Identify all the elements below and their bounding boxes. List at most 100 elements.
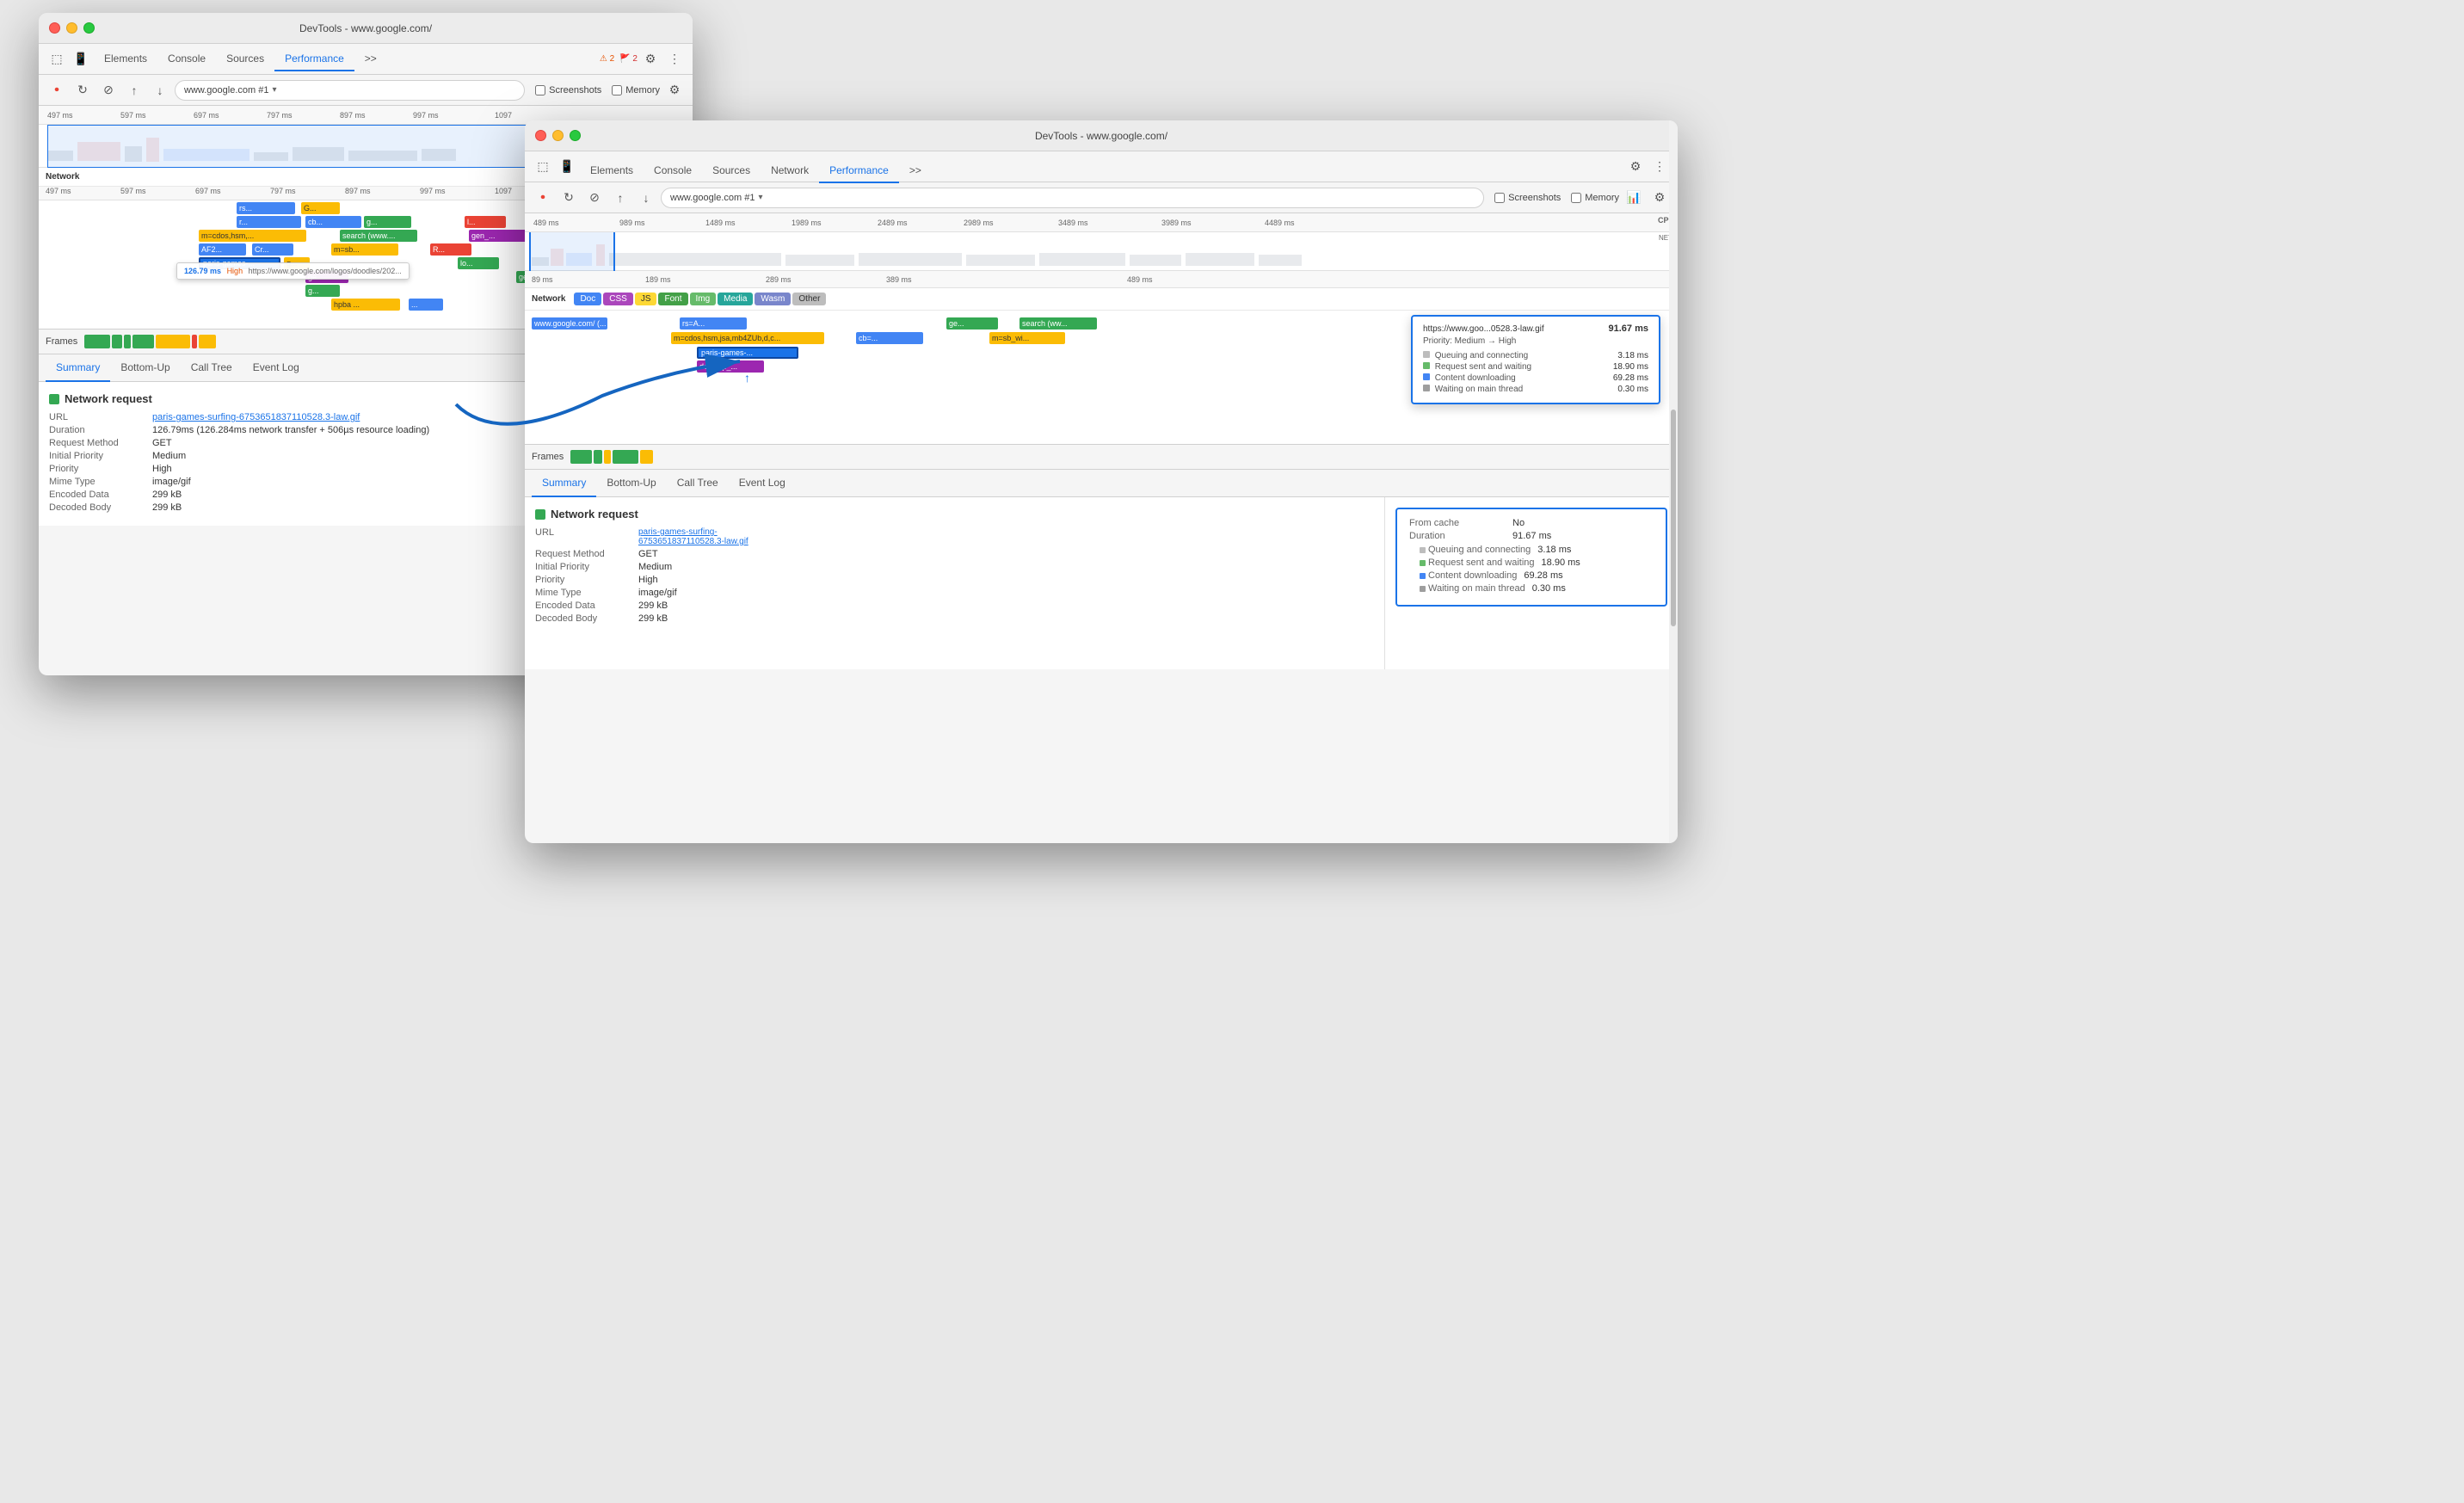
screenshots-check-back[interactable] — [535, 85, 545, 95]
pill-other[interactable]: Other — [792, 293, 826, 305]
s-queuing-val: 3.18 ms — [1537, 545, 1571, 555]
tab-bottomup-back[interactable]: Bottom-Up — [110, 354, 180, 382]
netbar-g4-back[interactable]: g... — [305, 285, 340, 297]
pill-img[interactable]: Img — [690, 293, 717, 305]
capture-icon-front[interactable]: 📊 — [1623, 187, 1645, 209]
pill-media[interactable]: Media — [718, 293, 753, 305]
refresh-icon-back[interactable]: ↻ — [71, 79, 94, 102]
minimize-button-back[interactable] — [66, 22, 77, 34]
record-icon-back[interactable]: ⏺ — [46, 79, 68, 102]
tab-sources-front[interactable]: Sources — [702, 159, 761, 183]
settings-icon-front[interactable]: ⚙ — [1624, 156, 1647, 178]
tab-eventlog-front[interactable]: Event Log — [729, 470, 796, 497]
netbar-rs-back[interactable]: rs... — [237, 202, 295, 214]
netbar-msb-back[interactable]: m=sb... — [331, 243, 398, 256]
netbar-mcdos-back[interactable]: m=cdos,hsm,... — [199, 230, 306, 242]
tab-performance-front[interactable]: Performance — [819, 159, 899, 183]
maximize-button-front[interactable] — [570, 130, 581, 141]
netbar-desktop-front[interactable]: desktop_... — [697, 360, 764, 373]
encoded-key-front: Encoded Data — [535, 601, 638, 611]
tab-calltree-back[interactable]: Call Tree — [181, 354, 243, 382]
pill-font[interactable]: Font — [658, 293, 687, 305]
netbar-r-back[interactable]: r... — [237, 216, 301, 228]
maximize-button-back[interactable] — [83, 22, 95, 34]
inspect-icon-front[interactable]: ⬚ — [532, 156, 554, 178]
more-icon-front[interactable]: ⋮ — [1648, 156, 1671, 178]
capture-icon-back[interactable]: ⚙ — [663, 79, 686, 102]
more-icon-back[interactable]: ⋮ — [663, 48, 686, 71]
netbar-l-back[interactable]: l... — [465, 216, 506, 228]
settings2-icon-front[interactable]: ⚙ — [1648, 187, 1671, 209]
upload-icon-back[interactable]: ↑ — [123, 79, 145, 102]
screenshots-checkbox-front[interactable]: Screenshots — [1494, 193, 1561, 203]
inspect-icon[interactable]: ⬚ — [46, 48, 68, 71]
close-button-back[interactable] — [49, 22, 60, 34]
netbar-cr-back[interactable]: Cr... — [252, 243, 293, 256]
download-icon-front[interactable]: ↓ — [635, 187, 657, 209]
tab-calltree-front[interactable]: Call Tree — [667, 470, 729, 497]
tab-network-front[interactable]: Network — [761, 159, 819, 183]
tab-sources-back[interactable]: Sources — [216, 47, 274, 71]
netbar-g2-back[interactable]: g... — [364, 216, 411, 228]
close-button-front[interactable] — [535, 130, 546, 141]
netbar-rsa-front[interactable]: rs=A... — [680, 317, 747, 330]
netbar-search-front[interactable]: search (ww... — [1019, 317, 1097, 330]
netbar-dots-back[interactable]: ... — [409, 299, 443, 311]
tab-more-back[interactable]: >> — [354, 47, 387, 71]
memory-check-back[interactable] — [612, 85, 622, 95]
pill-css[interactable]: CSS — [603, 293, 633, 305]
address-input-back[interactable]: www.google.com #1 ▾ — [175, 80, 525, 101]
device-icon[interactable]: 📱 — [70, 48, 92, 71]
netbar-ge-front[interactable]: ge... — [946, 317, 998, 330]
tab-eventlog-back[interactable]: Event Log — [243, 354, 310, 382]
netbar-msbwi-front[interactable]: m=sb_wi... — [989, 332, 1065, 344]
address-input-front[interactable]: www.google.com #1 ▾ — [661, 188, 1484, 208]
netbar-r2-back[interactable]: R... — [430, 243, 471, 256]
netbar-cb-back[interactable]: cb... — [305, 216, 361, 228]
url-val-back[interactable]: paris-games-surfing-6753651837110528.3-l… — [152, 412, 360, 422]
minimize-button-front[interactable] — [552, 130, 564, 141]
pill-js[interactable]: JS — [635, 293, 657, 305]
netbar-search-back[interactable]: search (www.... — [340, 230, 417, 242]
frame-seg-3 — [124, 335, 131, 348]
netbar-lo-back[interactable]: lo... — [458, 257, 499, 269]
tab-elements-back[interactable]: Elements — [94, 47, 157, 71]
netbar-paris-front[interactable]: paris-games-... — [697, 347, 798, 359]
netbar-hpba-back[interactable]: hpba ... — [331, 299, 400, 311]
frames-section-front: Frames — [525, 444, 1678, 470]
url-val-front[interactable]: paris-games-surfing-6753651837110528.3-l… — [638, 527, 748, 546]
scrollbar-thumb-front[interactable] — [1671, 410, 1676, 626]
frame-seg-4 — [132, 335, 154, 348]
memory-checkbox-back[interactable]: Memory — [612, 85, 660, 95]
scrollbar-front[interactable] — [1669, 120, 1678, 843]
tab-more-front[interactable]: >> — [899, 159, 932, 183]
tab-performance-back[interactable]: Performance — [274, 47, 354, 71]
pill-wasm[interactable]: Wasm — [755, 293, 791, 305]
settings-icon-back[interactable]: ⚙ — [639, 48, 662, 71]
memory-checkbox-front[interactable]: Memory — [1571, 193, 1619, 203]
encoded-val-back: 299 kB — [152, 490, 182, 500]
netbar-af2-back[interactable]: AF2... — [199, 243, 246, 256]
tab-summary-front[interactable]: Summary — [532, 470, 596, 497]
tab-console-front[interactable]: Console — [644, 159, 702, 183]
refresh-icon-front[interactable]: ↻ — [557, 187, 580, 209]
pill-doc[interactable]: Doc — [574, 293, 601, 305]
netbar-g-back[interactable]: G... — [301, 202, 340, 214]
tab-console-back[interactable]: Console — [157, 47, 216, 71]
tab-elements-front[interactable]: Elements — [580, 159, 644, 183]
netbar-google-front[interactable]: www.google.com/ (... — [532, 317, 607, 330]
clear-icon-front[interactable]: ⊘ — [583, 187, 606, 209]
netbar-cb-front[interactable]: cb=... — [856, 332, 923, 344]
record-icon-front[interactable]: ⏺ — [532, 187, 554, 209]
download-icon-back[interactable]: ↓ — [149, 79, 171, 102]
upload-icon-front[interactable]: ↑ — [609, 187, 631, 209]
screenshots-check-front[interactable] — [1494, 193, 1505, 203]
timeline-ruler-sec-front: 89 ms 189 ms 289 ms 389 ms 489 ms — [525, 271, 1678, 288]
tab-summary-back[interactable]: Summary — [46, 354, 110, 382]
clear-icon-back[interactable]: ⊘ — [97, 79, 120, 102]
tab-bottomup-front[interactable]: Bottom-Up — [596, 470, 666, 497]
netbar-mcdos-front[interactable]: m=cdos,hsm,jsa,mb4ZUb,d,c... — [671, 332, 824, 344]
memory-check-front[interactable] — [1571, 193, 1581, 203]
device-icon-front[interactable]: 📱 — [556, 156, 578, 178]
screenshots-checkbox-back[interactable]: Screenshots — [535, 85, 601, 95]
